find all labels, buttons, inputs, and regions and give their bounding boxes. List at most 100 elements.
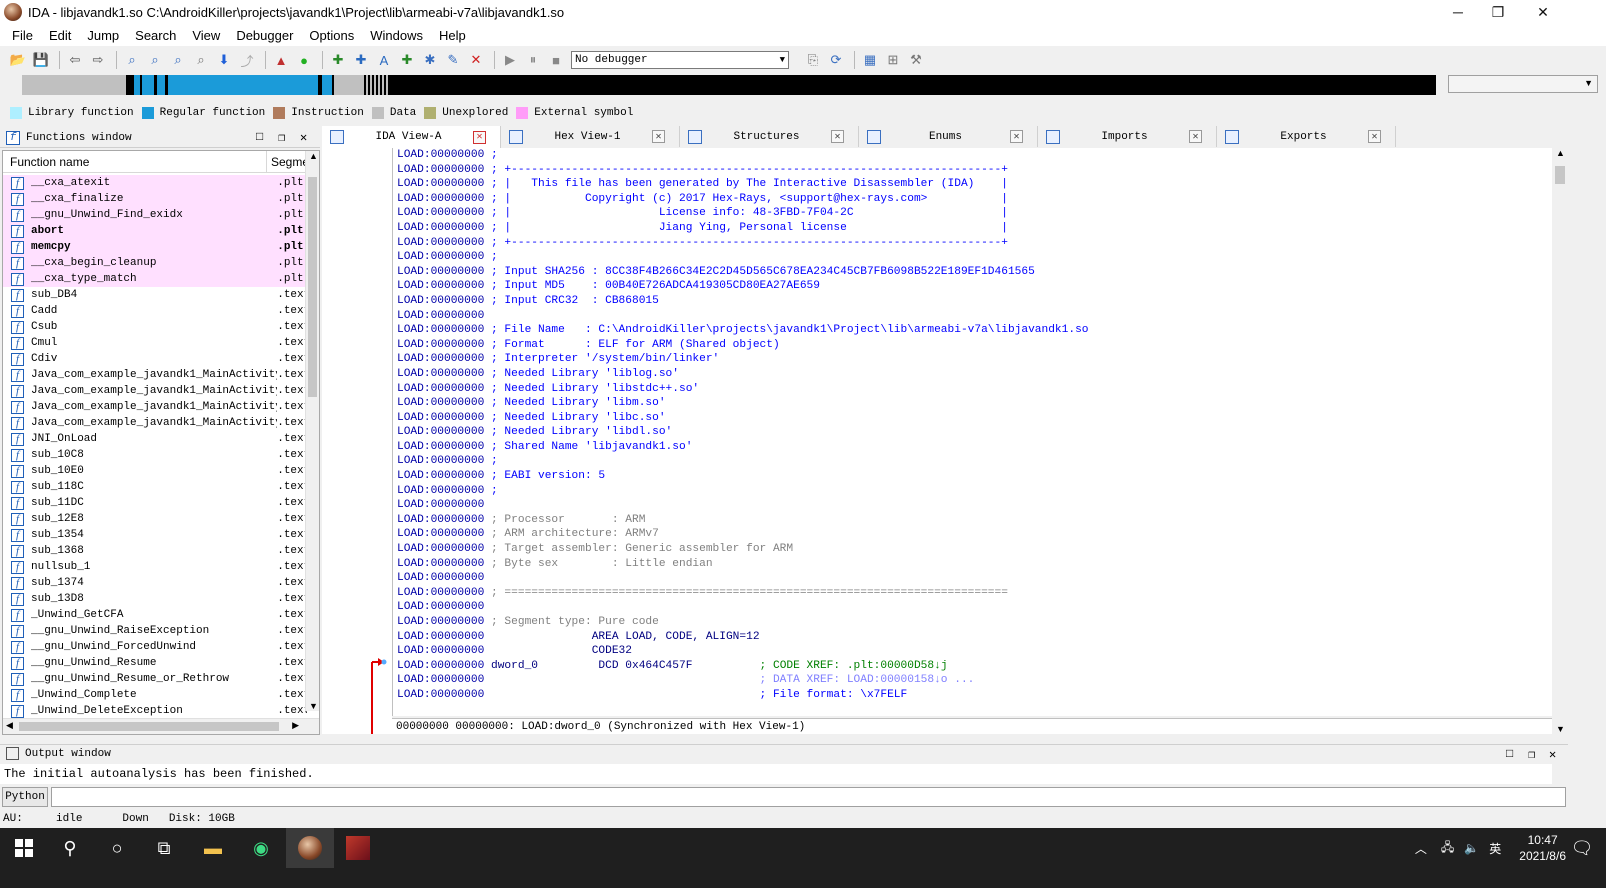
function-row[interactable]: f __cxa_atexit .plt	[3, 175, 307, 191]
disassembly-line[interactable]: LOAD:00000000 ; Target assembler: Generi…	[397, 542, 1089, 557]
function-row[interactable]: f __gnu_Unwind_Find_exidx .plt	[3, 207, 307, 223]
tab-exports[interactable]: Exports ✕	[1217, 126, 1396, 147]
disassembly-line[interactable]: LOAD:00000000 ; DATA XREF: LOAD:00000158…	[397, 673, 1089, 688]
disassembly-line[interactable]: LOAD:00000000 ;	[397, 250, 1089, 265]
function-row[interactable]: f Java_com_example_javandk1_MainActivity……	[3, 367, 307, 383]
disassembly-line[interactable]: LOAD:00000000 ; Format : ELF for ARM (Sh…	[397, 338, 1089, 353]
scroll-right-icon[interactable]: ▶	[292, 720, 299, 731]
create-code-icon[interactable]: ✚	[328, 50, 348, 70]
disassembly-line[interactable]: LOAD:00000000 ; Byte sex : Little endian	[397, 557, 1089, 572]
create-array-icon[interactable]: ✚	[397, 50, 417, 70]
function-row[interactable]: f nullsub_1 .text	[3, 559, 307, 575]
tab-structures[interactable]: Structures ✕	[680, 126, 859, 147]
rename-icon[interactable]: ✎	[443, 50, 463, 70]
function-row[interactable]: f sub_1354 .text	[3, 527, 307, 543]
menu-debugger[interactable]: Debugger	[228, 28, 301, 43]
function-row[interactable]: f sub_DB4 .text	[3, 287, 307, 303]
python-command-input[interactable]	[51, 787, 1566, 807]
function-row[interactable]: f __gnu_Unwind_Resume_or_Rethrow .text	[3, 671, 307, 687]
sync-icon[interactable]: ⟳	[826, 50, 846, 70]
disassembly-line[interactable]: LOAD:00000000 ; Processor : ARM	[397, 513, 1089, 528]
function-row[interactable]: f abort .plt	[3, 223, 307, 239]
sequence-search-icon[interactable]: ⌕	[191, 50, 211, 70]
function-row[interactable]: f Java_com_example_javandk1_MainActivity……	[3, 415, 307, 431]
disassembly-line[interactable]: LOAD:00000000 ; Needed Library 'libc.so'	[397, 411, 1089, 426]
function-row[interactable]: f Cdiv .text	[3, 351, 307, 367]
disassembly-line[interactable]: LOAD:00000000 dword_0 DCD 0x464C457F ; C…	[397, 659, 1089, 674]
file-explorer-icon[interactable]: ▬	[189, 828, 237, 868]
disassembly-line[interactable]: LOAD:00000000 ; Segment type: Pure code	[397, 615, 1089, 630]
menu-file[interactable]: File	[4, 28, 41, 43]
disassembly-line[interactable]: LOAD:00000000 ;	[397, 454, 1089, 469]
disassembly-line[interactable]: LOAD:00000000 ; Shared Name 'libjavandk1…	[397, 440, 1089, 455]
debugger-select[interactable]: No debugger ▼	[571, 51, 789, 69]
create-data-icon[interactable]: ✚	[351, 50, 371, 70]
disassembly-line[interactable]: LOAD:00000000 ; File format: \x7FELF	[397, 688, 1089, 703]
android-studio-icon[interactable]: ◉	[237, 828, 285, 868]
open-icon[interactable]: 📂	[8, 50, 28, 70]
navigation-band[interactable]	[14, 75, 1436, 95]
stop-icon[interactable]: ■	[546, 50, 566, 70]
add-struct-icon[interactable]: ✱	[420, 50, 440, 70]
disassembly-line[interactable]: LOAD:00000000 ; Needed Library 'libm.so'	[397, 396, 1089, 411]
scroll-down-icon[interactable]: ▼	[309, 701, 318, 711]
undefine-icon[interactable]: ✕	[466, 50, 486, 70]
scrollbar-thumb[interactable]	[1555, 166, 1565, 184]
restore-pane-icon[interactable]: □	[1506, 747, 1513, 761]
scroll-left-icon[interactable]: ◀	[6, 720, 13, 731]
menu-view[interactable]: View	[184, 28, 228, 43]
disassembly-line[interactable]: LOAD:00000000 AREA LOAD, CODE, ALIGN=12	[397, 630, 1089, 645]
scroll-up-icon[interactable]: ▲	[1556, 148, 1565, 158]
navigation-combo[interactable]: ▼	[1448, 75, 1598, 93]
python-button[interactable]: Python	[2, 787, 48, 807]
function-row[interactable]: f _Unwind_Complete .text	[3, 687, 307, 703]
function-row[interactable]: f sub_10E0 .text	[3, 463, 307, 479]
tab-ida-view-a[interactable]: IDA View-A ✕	[322, 126, 501, 148]
scroll-up-icon[interactable]: ▲	[309, 151, 318, 161]
disassembly-line[interactable]: LOAD:00000000 ; ========================…	[397, 586, 1089, 601]
cortana-icon[interactable]: ○	[93, 828, 141, 868]
green-circle-icon[interactable]: ●	[294, 50, 314, 70]
game-app-icon[interactable]	[334, 828, 382, 868]
scrollbar-thumb[interactable]	[19, 722, 279, 731]
disassembly-line[interactable]: LOAD:00000000 ; File Name : C:\AndroidKi…	[397, 323, 1089, 338]
volume-icon[interactable]: 🔈	[1464, 841, 1479, 855]
disassembly-line[interactable]: LOAD:00000000 ; | This file has been gen…	[397, 177, 1089, 192]
function-row[interactable]: f sub_11DC .text	[3, 495, 307, 511]
function-row[interactable]: f __gnu_Unwind_ForcedUnwind .text	[3, 639, 307, 655]
save-icon[interactable]: 💾	[31, 50, 51, 70]
disassembly-line[interactable]: LOAD:00000000 ;	[397, 484, 1089, 499]
tab-close-icon[interactable]: ✕	[831, 130, 844, 143]
disassembly-vertical-scrollbar[interactable]: ▲ ▼	[1552, 148, 1568, 734]
tab-hex-view-1[interactable]: Hex View-1 ✕	[501, 126, 680, 147]
function-row[interactable]: f Java_com_example_javandk1_MainActivity……	[3, 399, 307, 415]
jump-down-icon[interactable]: ⬇	[214, 50, 234, 70]
menu-windows[interactable]: Windows	[362, 28, 431, 43]
create-string-icon[interactable]: A	[374, 50, 394, 70]
disassembly-line[interactable]: LOAD:00000000	[397, 309, 1089, 324]
xref-comment[interactable]: ; CODE XREF: .plt:00000D58↓j	[760, 660, 948, 672]
function-row[interactable]: f Cadd .text	[3, 303, 307, 319]
disassembly-line[interactable]: LOAD:00000000 CODE32	[397, 644, 1089, 659]
graph-icon[interactable]: ▲	[271, 50, 291, 70]
column-header-function-name[interactable]: Function name	[3, 151, 267, 173]
disassembly-line[interactable]: LOAD:00000000	[397, 571, 1089, 586]
disassembly-line[interactable]: LOAD:00000000 ; Interpreter '/system/bin…	[397, 352, 1089, 367]
tab-imports[interactable]: Imports ✕	[1038, 126, 1217, 147]
tab-close-icon[interactable]: ✕	[473, 130, 486, 144]
scrollbar-thumb[interactable]	[308, 177, 317, 397]
menu-edit[interactable]: Edit	[41, 28, 79, 43]
back-icon[interactable]: ⇦	[65, 50, 85, 70]
disabled-tool-icon[interactable]: ⤴	[237, 50, 257, 70]
disassembly-line[interactable]: LOAD:00000000 ; Input SHA256 : 8CC38F4B2…	[397, 265, 1089, 280]
function-row[interactable]: f __cxa_finalize .plt	[3, 191, 307, 207]
disassembly-line[interactable]: LOAD:00000000 ; | Jiang Ying, Personal l…	[397, 221, 1089, 236]
function-row[interactable]: f sub_1374 .text	[3, 575, 307, 591]
function-row[interactable]: f _Unwind_GetCFA .text	[3, 607, 307, 623]
disassembly-view[interactable]: LOAD:00000000 ; LOAD:00000000 ; +--------…	[392, 148, 1552, 716]
network-icon[interactable]: 🖧	[1441, 838, 1454, 859]
tab-close-icon[interactable]: ✕	[1368, 130, 1381, 143]
restore-pane-icon[interactable]: □	[256, 130, 263, 144]
ida-taskbar-icon[interactable]	[286, 828, 334, 868]
disassembly-line[interactable]: LOAD:00000000	[397, 498, 1089, 513]
